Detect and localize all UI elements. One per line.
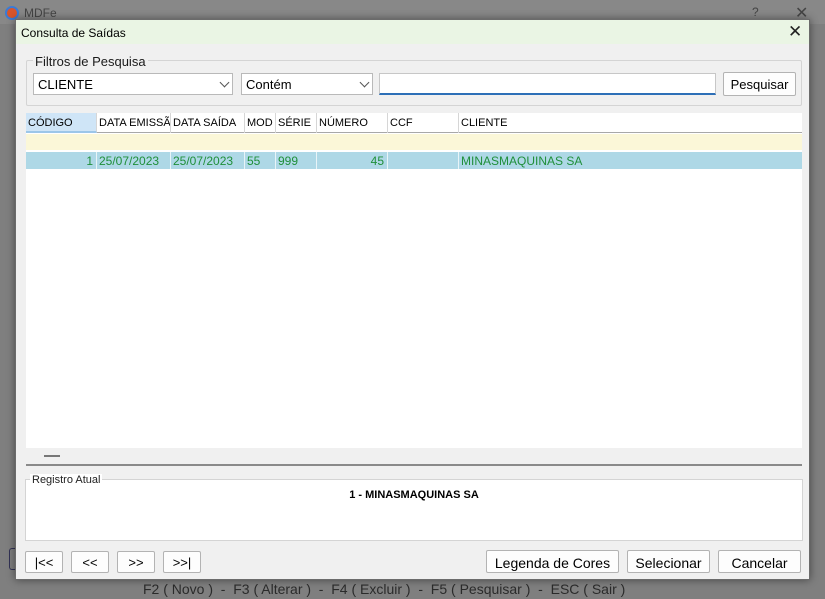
cell-data-saida: 25/07/2023 (171, 152, 245, 169)
search-button[interactable]: Pesquisar (723, 72, 796, 96)
search-input[interactable] (379, 73, 716, 95)
next-record-button[interactable]: >> (117, 551, 155, 573)
cell-cliente: MINASMAQUINAS SA (461, 154, 583, 168)
shortcut-hints: F2 ( Novo ) - F3 ( Alterar ) - F4 ( Excl… (143, 581, 626, 597)
column-header-mod[interactable]: MOD (245, 113, 276, 133)
filter-operator-select[interactable]: Contém (241, 73, 373, 95)
column-header-codigo[interactable]: CÓDIGO (26, 113, 97, 133)
filter-field-value: CLIENTE (38, 77, 93, 92)
cell-serie: 999 (276, 152, 317, 169)
app-logo-icon (5, 6, 19, 20)
column-header-numero[interactable]: NÚMERO (317, 113, 388, 133)
close-icon[interactable]: ✕ (788, 22, 802, 42)
previous-record-button[interactable]: << (71, 551, 109, 573)
grid-header: CÓDIGO DATA EMISSÃO DATA SAÍDA MOD SÉRIE… (26, 113, 802, 133)
cell-ccf (388, 152, 459, 169)
chevron-down-icon (219, 77, 230, 88)
last-record-button[interactable]: >>| (163, 551, 201, 573)
background-window-title: MDFe (24, 6, 57, 20)
cell-codigo: 1 (26, 152, 97, 169)
column-header-serie[interactable]: SÉRIE (276, 113, 317, 133)
column-header-data-saida[interactable]: DATA SAÍDA (171, 113, 245, 133)
grid-filter-row[interactable] (26, 134, 802, 150)
current-record-panel: Registro Atual 1 - MINASMAQUINAS SA (25, 474, 803, 541)
consulta-saidas-dialog: Consulta de Saídas ✕ Filtros de Pesquisa… (15, 19, 810, 580)
shortcut-bar: F2 ( Novo ) - F3 ( Alterar ) - F4 ( Excl… (0, 579, 825, 599)
help-icon[interactable]: ? (752, 5, 759, 19)
filter-field-select[interactable]: CLIENTE (33, 73, 233, 95)
cancel-button[interactable]: Cancelar (718, 550, 801, 573)
select-button[interactable]: Selecionar (627, 550, 710, 573)
column-header-cliente[interactable]: CLIENTE (459, 113, 802, 133)
color-legend-button[interactable]: Legenda de Cores (486, 550, 619, 573)
horizontal-scrollbar[interactable] (26, 448, 802, 464)
scrollbar-thumb[interactable] (44, 455, 60, 457)
column-header-ccf[interactable]: CCF (388, 113, 459, 133)
table-row[interactable]: 1 25/07/2023 25/07/2023 55 999 45 MINASM… (26, 152, 802, 169)
search-filters-group: Filtros de Pesquisa CLIENTE Contém Pesqu… (26, 54, 802, 106)
results-grid[interactable]: CÓDIGO DATA EMISSÃO DATA SAÍDA MOD SÉRIE… (26, 113, 802, 466)
cell-data-emissao: 25/07/2023 (97, 152, 171, 169)
dialog-title-bar: Consulta de Saídas ✕ (16, 20, 809, 44)
cell-numero: 45 (317, 152, 388, 169)
filter-operator-value: Contém (246, 77, 292, 92)
first-record-button[interactable]: |<< (25, 551, 63, 573)
cell-mod: 55 (245, 152, 276, 169)
filters-legend: Filtros de Pesquisa (33, 54, 148, 69)
dialog-title: Consulta de Saídas (21, 26, 126, 40)
chevron-down-icon (359, 77, 370, 88)
current-record-legend: Registro Atual (30, 474, 103, 486)
column-header-data-emissao[interactable]: DATA EMISSÃO (97, 113, 171, 133)
current-record-value: 1 - MINASMAQUINAS SA (349, 489, 479, 501)
